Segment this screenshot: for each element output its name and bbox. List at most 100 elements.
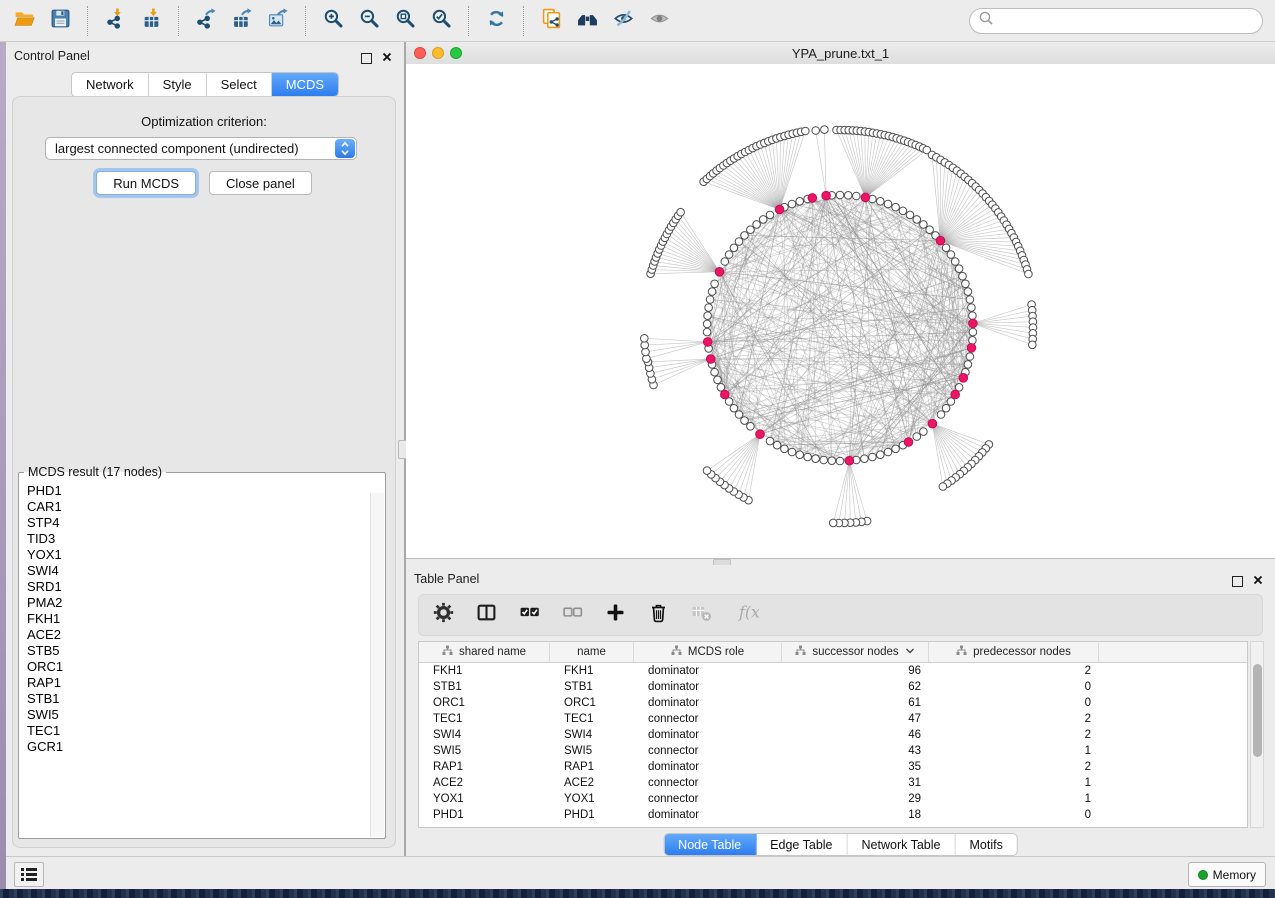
cell-successor_nodes: 46	[782, 729, 929, 741]
column-header-shared-name[interactable]: shared name	[419, 642, 550, 662]
column-header-name[interactable]: name	[550, 642, 634, 662]
table-row[interactable]: YOX1YOX1connector291	[419, 791, 1247, 807]
mcds-result-item[interactable]: SWI5	[27, 707, 371, 723]
preview-button[interactable]	[641, 4, 677, 38]
cell-mcds_role: dominator	[634, 729, 782, 741]
table-row[interactable]: ACE2ACE2connector311	[419, 775, 1247, 791]
delete-button[interactable]	[647, 604, 669, 626]
column-header-MCDS-role[interactable]: MCDS role	[634, 642, 782, 662]
panel-list-button[interactable]	[14, 862, 44, 887]
cell-successor_nodes: 18	[782, 809, 929, 821]
network-graph[interactable]	[406, 64, 1275, 558]
column-header-predecessor-nodes[interactable]: predecessor nodes	[929, 642, 1099, 662]
network-window-titlebar[interactable]: YPA_prune.txt_1	[406, 42, 1275, 65]
mcds-result-list[interactable]: PHD1CAR1STP4TID3YOX1SWI4SRD1PMA2FKH1ACE2…	[21, 481, 371, 836]
import-network-button[interactable]	[97, 4, 133, 38]
search-input[interactable]	[995, 13, 1239, 29]
zoom-fit-button[interactable]	[387, 4, 423, 38]
tab-mcds[interactable]: MCDS	[272, 73, 338, 96]
cell-mcds_role: connector	[634, 777, 782, 789]
memory-button[interactable]: Memory	[1188, 862, 1266, 887]
deselect-all-button[interactable]	[561, 604, 583, 626]
export-table-button[interactable]	[224, 4, 260, 38]
mcds-result-item[interactable]: STB5	[27, 643, 371, 659]
table-row[interactable]: FKH1FKH1dominator962	[419, 663, 1247, 679]
mcds-result-item[interactable]: SWI4	[27, 563, 371, 579]
mcds-list-scrollbar[interactable]	[370, 493, 384, 837]
float-table-panel-icon[interactable]	[1232, 576, 1243, 587]
table-row[interactable]: ORC1ORC1dominator610	[419, 695, 1247, 711]
cell-predecessor_nodes: 2	[929, 761, 1099, 773]
table-row[interactable]: SWI4SWI4dominator462	[419, 727, 1247, 743]
mcds-result-item[interactable]: TEC1	[27, 723, 371, 739]
tab-edge-table[interactable]: Edge Table	[756, 834, 847, 855]
function-button[interactable]: f(x)	[733, 604, 763, 626]
mcds-result-item[interactable]: TID3	[27, 531, 371, 547]
mcds-result-item[interactable]: ACE2	[27, 627, 371, 643]
zoom-selected-button[interactable]	[423, 4, 459, 38]
save-button[interactable]	[42, 4, 78, 38]
mcds-result-item[interactable]: PHD1	[27, 483, 371, 499]
refresh-button[interactable]	[478, 4, 514, 38]
duplicate-network-button[interactable]	[533, 4, 569, 38]
mcds-result-item[interactable]: RAP1	[27, 675, 371, 691]
columns-button[interactable]	[475, 604, 497, 626]
close-panel-button[interactable]: Close panel	[209, 171, 312, 195]
close-panel-icon[interactable]	[382, 49, 392, 67]
scrollbar-thumb[interactable]	[1253, 664, 1262, 757]
network-view-window: YPA_prune.txt_1	[406, 42, 1275, 558]
export-network-button[interactable]	[188, 4, 224, 38]
close-table-panel-icon[interactable]	[1253, 572, 1263, 590]
open-folder-icon	[14, 8, 35, 34]
delete-table-button[interactable]	[690, 604, 712, 626]
run-mcds-button[interactable]: Run MCDS	[96, 171, 196, 195]
tab-network-table[interactable]: Network Table	[848, 834, 956, 855]
cell-shared_name: STB1	[419, 681, 550, 693]
mcds-result-item[interactable]: PMA2	[27, 595, 371, 611]
open-folder-button[interactable]	[6, 4, 42, 38]
search-network-button[interactable]	[569, 4, 605, 38]
tab-network[interactable]: Network	[72, 73, 149, 96]
table-row[interactable]: PHD1PHD1dominator180	[419, 807, 1247, 823]
horizontal-split-divider[interactable]	[406, 558, 1275, 565]
table-row[interactable]: STB1STB1dominator620	[419, 679, 1247, 695]
mcds-result-item[interactable]: SRD1	[27, 579, 371, 595]
table-row[interactable]: SWI5SWI5connector431	[419, 743, 1247, 759]
mcds-result-item[interactable]: FKH1	[27, 611, 371, 627]
zoom-out-icon	[359, 8, 380, 34]
export-image-icon	[268, 8, 289, 34]
mcds-result-item[interactable]: STB1	[27, 691, 371, 707]
select-all-button[interactable]	[518, 604, 540, 626]
svg-text:f(x): f(x)	[738, 603, 759, 622]
hide-show-button[interactable]	[605, 4, 641, 38]
node-table-scrollbar[interactable]	[1250, 641, 1264, 828]
zoom-in-icon	[323, 8, 344, 34]
zoom-in-button[interactable]	[315, 4, 351, 38]
optimization-criterion-dropdown[interactable]: largest connected component (undirected)	[45, 137, 357, 160]
export-image-button[interactable]	[260, 4, 296, 38]
cell-predecessor_nodes: 2	[929, 713, 1099, 725]
table-row[interactable]: RAP1RAP1dominator352	[419, 759, 1247, 775]
toolbar-separator	[468, 6, 469, 36]
add-button[interactable]	[604, 604, 626, 626]
import-table-button[interactable]	[133, 4, 169, 38]
network-canvas[interactable]	[406, 64, 1275, 558]
cell-name: TEC1	[550, 713, 634, 725]
tab-motifs[interactable]: Motifs	[955, 834, 1016, 855]
mcds-result-item[interactable]: ORC1	[27, 659, 371, 675]
float-panel-icon[interactable]	[361, 53, 372, 64]
mcds-result-item[interactable]: STP4	[27, 515, 371, 531]
mcds-result-item[interactable]: CAR1	[27, 499, 371, 515]
tab-style[interactable]: Style	[149, 73, 207, 96]
tab-node-table[interactable]: Node Table	[664, 834, 756, 855]
mcds-result-item[interactable]: GCR1	[27, 739, 371, 755]
zoom-out-button[interactable]	[351, 4, 387, 38]
tab-select[interactable]: Select	[207, 73, 272, 96]
cell-name: ORC1	[550, 697, 634, 709]
mcds-result-item[interactable]: YOX1	[27, 547, 371, 563]
table-row[interactable]: TEC1TEC1connector472	[419, 711, 1247, 727]
search-box[interactable]	[969, 8, 1263, 34]
delete-table-icon	[691, 602, 712, 628]
gear-button[interactable]	[432, 604, 454, 626]
column-header-successor-nodes[interactable]: successor nodes	[782, 642, 929, 662]
